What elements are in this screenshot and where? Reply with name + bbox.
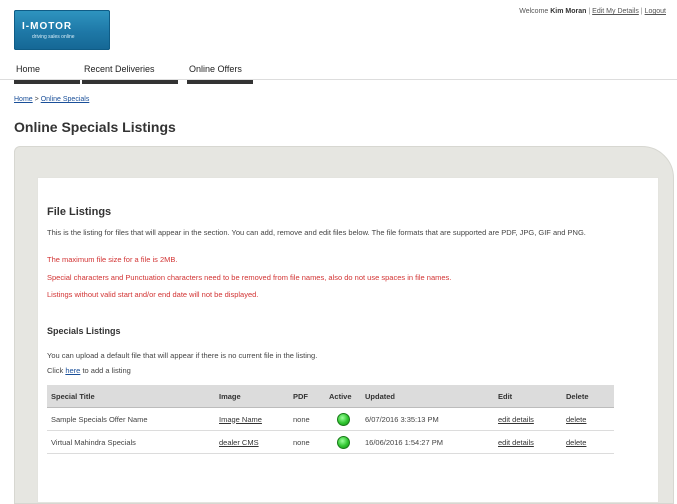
image-link[interactable]: Image Name xyxy=(219,415,262,424)
table-row: Virtual Mahindra Specials dealer CMS non… xyxy=(47,430,614,454)
col-updated: Updated xyxy=(361,385,494,408)
file-listings-intro: This is the listing for files that will … xyxy=(47,228,586,237)
breadcrumb-separator: > xyxy=(34,96,39,103)
logo-text: I-MOTOR xyxy=(22,21,73,32)
breadcrumb: Home > Online Specials xyxy=(14,96,89,103)
logo-subtext: driving sales online xyxy=(32,34,75,40)
nav-divider xyxy=(0,79,677,80)
col-pdf: PDF xyxy=(289,385,325,408)
edit-details-link[interactable]: edit details xyxy=(498,415,534,424)
breadcrumb-home-link[interactable]: Home xyxy=(14,96,33,103)
nav-item-recent-deliveries[interactable]: Recent Deliveries xyxy=(82,64,178,84)
content-panel: File Listings This is the listing for fi… xyxy=(14,146,674,504)
click-prefix: Click xyxy=(47,366,64,375)
welcome-prefix: Welcome xyxy=(519,8,549,15)
active-status-icon xyxy=(336,435,350,449)
col-special-title: Special Title xyxy=(47,385,215,408)
imotor-logo[interactable]: I-MOTOR driving sales online xyxy=(14,10,110,50)
edit-details-link[interactable]: edit details xyxy=(498,438,534,447)
nav-underline xyxy=(82,80,178,84)
header: I-MOTOR driving sales online Welcome Kim… xyxy=(0,0,677,56)
delete-link[interactable]: delete xyxy=(566,415,586,424)
updated-timestamp: 16/06/2016 1:54:27 PM xyxy=(361,430,494,454)
col-active: Active xyxy=(325,385,361,408)
pdf-value: none xyxy=(289,430,325,454)
table-row: Sample Specials Offer Name Image Name no… xyxy=(47,407,614,431)
user-name: Kim Moran xyxy=(550,8,587,15)
add-listing-link[interactable]: here xyxy=(65,366,80,375)
special-characters-warning: Special characters and Punctuation chara… xyxy=(47,273,452,282)
max-file-size-warning: The maximum file size for a file is 2MB. xyxy=(47,255,178,264)
special-title: Virtual Mahindra Specials xyxy=(47,430,215,454)
nav-item-label: Recent Deliveries xyxy=(84,64,155,74)
content-card: File Listings This is the listing for fi… xyxy=(37,177,659,503)
valid-dates-warning: Listings without valid start and/or end … xyxy=(47,290,259,299)
add-listing-line: Click here to add a listing xyxy=(47,366,647,376)
file-listings-heading: File Listings xyxy=(47,206,112,218)
col-image: Image xyxy=(215,385,289,408)
upload-note: You can upload a default file that will … xyxy=(47,351,318,360)
col-delete: Delete xyxy=(562,385,614,408)
nav-item-label: Home xyxy=(16,64,41,74)
nav-item-home[interactable]: Home xyxy=(14,64,80,84)
welcome-bar: Welcome Kim Moran | Edit My Details | Lo… xyxy=(519,8,666,15)
logout-link[interactable]: Logout xyxy=(645,8,666,15)
specials-table: Special Title Image PDF Active Updated E… xyxy=(47,385,614,454)
separator: | xyxy=(640,8,643,15)
nav-underline xyxy=(14,80,80,84)
nav-underline xyxy=(187,80,253,84)
delete-link[interactable]: delete xyxy=(566,438,586,447)
active-status-icon xyxy=(336,412,350,426)
table-header-row: Special Title Image PDF Active Updated E… xyxy=(47,385,614,408)
pdf-value: none xyxy=(289,407,325,431)
edit-my-details-link[interactable]: Edit My Details xyxy=(592,8,639,15)
click-suffix: to add a listing xyxy=(82,366,131,375)
nav-item-online-offers[interactable]: Online Offers xyxy=(187,64,253,84)
specials-listings-heading: Specials Listings xyxy=(47,326,121,336)
breadcrumb-current-link[interactable]: Online Specials xyxy=(41,96,90,103)
nav-item-label: Online Offers xyxy=(189,64,242,74)
page-title: Online Specials Listings xyxy=(14,119,176,135)
col-edit: Edit xyxy=(494,385,562,408)
separator: | xyxy=(588,8,591,15)
image-link[interactable]: dealer CMS xyxy=(219,438,259,447)
updated-timestamp: 6/07/2016 3:35:13 PM xyxy=(361,407,494,431)
special-title: Sample Specials Offer Name xyxy=(47,407,215,431)
